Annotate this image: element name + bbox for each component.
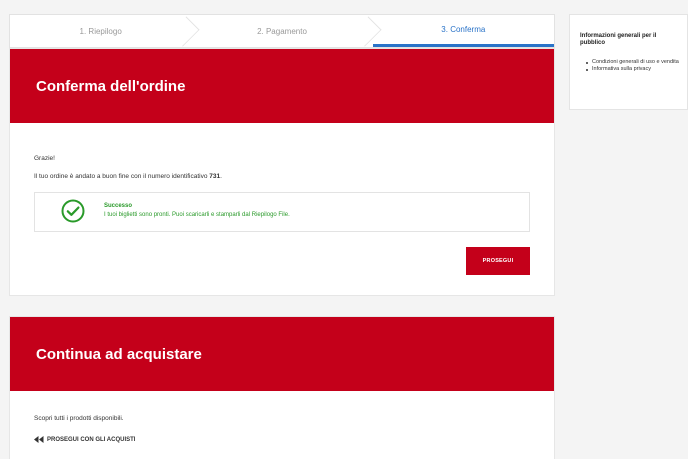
- double-arrow-left-icon: [34, 436, 44, 443]
- continue-shopping-header: Continua ad acquistare: [10, 317, 554, 391]
- sidebar-link-conditions[interactable]: Condizioni generali di uso e vendita: [586, 59, 679, 66]
- sidebar-link-label: Condizioni generali di uso e vendita: [592, 59, 679, 65]
- sidebar-link-privacy[interactable]: Informativa sulla privacy: [586, 66, 679, 73]
- order-confirmation-card: Conferma dell'ordine Grazie! Il tuo ordi…: [9, 48, 555, 296]
- bullet-icon: [586, 68, 588, 71]
- step-riepilogo[interactable]: 1. Riepilogo: [10, 15, 200, 47]
- page-title: Conferma dell'ordine: [36, 77, 186, 95]
- check-circle-icon: [61, 199, 85, 223]
- sidebar-title: Informazioni generali per il pubblico: [580, 33, 657, 46]
- confirmation-header: Conferma dell'ordine: [10, 49, 554, 123]
- success-title: Successo: [104, 203, 133, 209]
- order-message-text: Il tuo ordine è andato a buon fine con i…: [34, 173, 210, 180]
- sidebar-link-label: Informativa sulla privacy: [592, 66, 651, 72]
- thanks-text: Grazie!: [34, 155, 55, 162]
- order-number: 731: [209, 173, 221, 180]
- success-message: I tuoi biglietti sono pronti. Puoi scari…: [104, 212, 290, 218]
- step-pagamento[interactable]: 2. Pagamento: [191, 15, 382, 47]
- checkout-stepper: 1. Riepilogo 2. Pagamento 3. Conferma: [9, 14, 555, 48]
- sidebar-links: Condizioni generali di uso e vendita Inf…: [580, 59, 679, 73]
- step-label: 3. Conferma: [441, 25, 486, 34]
- order-message-suffix: .: [220, 173, 222, 180]
- continue-shopping-card: Continua ad acquistare Scopri tutti i pr…: [9, 316, 555, 459]
- products-text: Scopri tutti i prodotti disponibili.: [34, 415, 124, 422]
- section-title: Continua ad acquistare: [36, 345, 202, 363]
- continue-shopping-link-label: PROSEGUI CON GLI ACQUISTI: [47, 436, 136, 443]
- step-conferma[interactable]: 3. Conferma: [372, 15, 554, 47]
- bullet-icon: [586, 61, 588, 64]
- step-label: 1. Riepilogo: [79, 26, 122, 36]
- step-label: 2. Pagamento: [257, 26, 307, 36]
- info-sidebar: Informazioni generali per il pubblico Co…: [569, 14, 688, 110]
- continue-shopping-link[interactable]: PROSEGUI CON GLI ACQUISTI: [34, 436, 135, 443]
- order-message: Il tuo ordine è andato a buon fine con i…: [34, 173, 222, 180]
- continue-button[interactable]: PROSEGUI: [466, 247, 530, 275]
- success-alert: Successo I tuoi biglietti sono pronti. P…: [34, 192, 530, 232]
